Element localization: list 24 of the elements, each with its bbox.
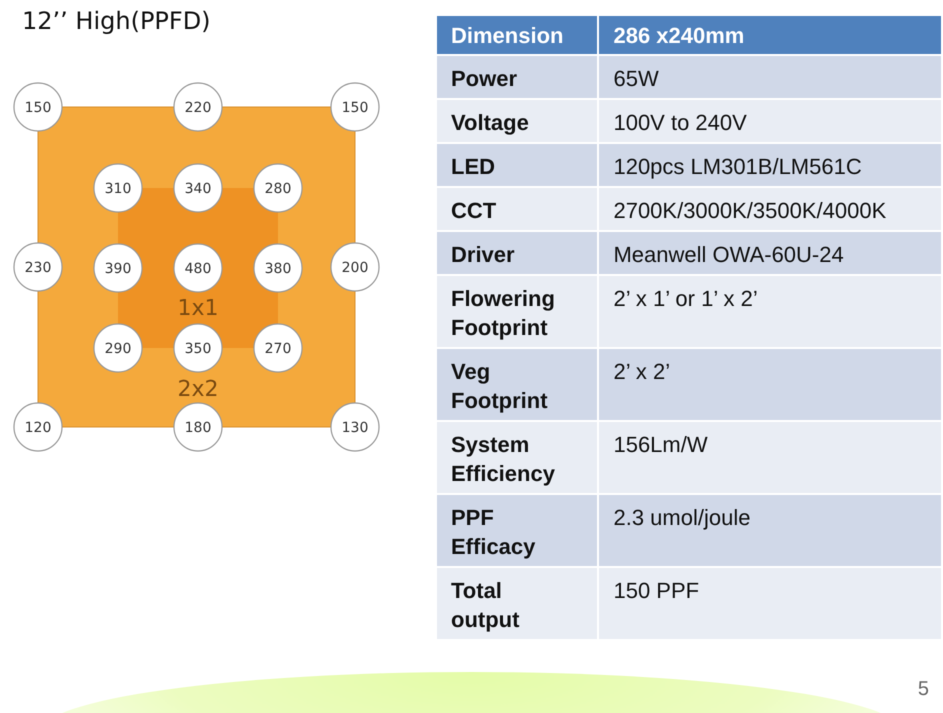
table-cell: 120pcs LM301B/LM561C [599, 144, 941, 186]
table-cell: 2700K/3000K/3500K/4000K [599, 188, 941, 230]
slide-title: 12’’ High(PPFD) [21, 6, 212, 36]
table-cell: 2’ x 2’ [599, 349, 941, 420]
table-cell: Total output [437, 568, 598, 639]
table-header-cell: 286 x240mm [599, 16, 941, 54]
table-cell: System Efficiency [437, 422, 598, 493]
table-header-cell: Dimension [437, 16, 598, 54]
table-cell: 65W [599, 56, 941, 98]
table-cell: 150 PPF [599, 568, 941, 639]
table-cell: 156Lm/W [599, 422, 941, 493]
table-cell: CCT [437, 188, 598, 230]
table-cell: Meanwell OWA-60U-24 [599, 232, 941, 274]
table-cell: Driver [437, 232, 598, 274]
table-cell: Voltage [437, 100, 598, 142]
page-number: 5 [918, 678, 929, 701]
table-cell: LED [437, 144, 598, 186]
table-cell: Veg Footprint [437, 349, 598, 420]
table-cell: Flowering Footprint [437, 276, 598, 347]
table-cell: PPF Efficacy [437, 495, 598, 566]
table-cell: 2’ x 1’ or 1’ x 2’ [599, 276, 941, 347]
table-cell: 100V to 240V [599, 100, 941, 142]
table-cell: 2.3 umol/joule [599, 495, 941, 566]
table-cell: Power [437, 56, 598, 98]
